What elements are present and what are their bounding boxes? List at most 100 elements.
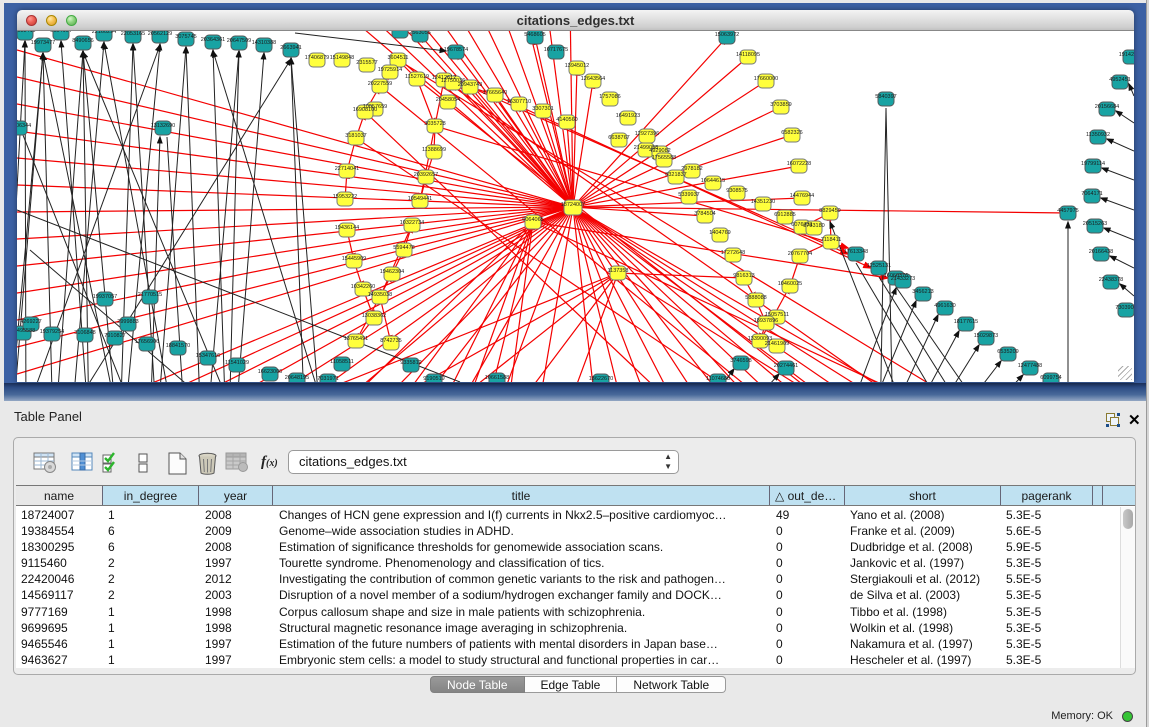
svg-text:4952451: 4952451 xyxy=(1109,77,1130,83)
svg-text:3035728: 3035728 xyxy=(424,121,445,127)
svg-text:20515263: 20515263 xyxy=(1083,221,1107,227)
svg-text:8490656: 8490656 xyxy=(72,38,93,44)
svg-text:16072228: 16072228 xyxy=(787,161,811,167)
svg-text:20156684: 20156684 xyxy=(1095,104,1119,110)
svg-text:19142407: 19142407 xyxy=(1119,52,1134,58)
svg-text:17660000: 17660000 xyxy=(754,76,778,82)
svg-text:15029873: 15029873 xyxy=(974,333,998,339)
svg-text:6064065: 6064065 xyxy=(522,217,543,223)
svg-text:14935038: 14935038 xyxy=(368,292,392,298)
svg-text:18622670: 18622670 xyxy=(589,376,613,382)
svg-text:19462304: 19462304 xyxy=(380,269,404,275)
svg-text:19678574: 19678574 xyxy=(444,47,468,53)
svg-text:17613348: 17613348 xyxy=(844,249,868,255)
svg-text:3075745: 3075745 xyxy=(175,34,196,40)
svg-text:12643564: 12643564 xyxy=(581,76,605,82)
svg-text:20767704: 20767704 xyxy=(788,251,812,257)
svg-text:3307301: 3307301 xyxy=(532,106,553,112)
svg-text:14310388: 14310388 xyxy=(252,40,276,46)
svg-text:4961630: 4961630 xyxy=(934,303,955,309)
svg-text:20364361: 20364361 xyxy=(201,37,225,43)
svg-text:10644615: 10644615 xyxy=(701,178,725,184)
svg-text:22714041: 22714041 xyxy=(335,166,359,172)
svg-text:11350932: 11350932 xyxy=(1086,132,1110,138)
svg-text:20648195: 20648195 xyxy=(285,375,309,381)
svg-text:5468605: 5468605 xyxy=(524,32,545,38)
svg-text:2663941: 2663941 xyxy=(280,45,301,51)
svg-text:20166438: 20166438 xyxy=(1089,249,1113,255)
svg-text:6912885: 6912885 xyxy=(774,212,795,218)
svg-text:20943743: 20943743 xyxy=(458,82,482,88)
svg-text:2999883: 2999883 xyxy=(117,319,138,325)
svg-text:10322734: 10322734 xyxy=(400,220,424,226)
svg-text:13038362: 13038362 xyxy=(362,313,386,319)
svg-text:7910827: 7910827 xyxy=(104,333,125,339)
svg-text:20562129: 20562129 xyxy=(148,31,172,37)
svg-text:17665640: 17665640 xyxy=(483,90,507,96)
svg-text:22438378: 22438378 xyxy=(1099,277,1123,283)
svg-text:13495588: 13495588 xyxy=(17,328,35,334)
svg-text:15445909: 15445909 xyxy=(342,256,366,262)
svg-text:16491923: 16491923 xyxy=(616,113,640,119)
svg-text:19799114: 19799114 xyxy=(1081,161,1105,167)
svg-text:16206344: 16206344 xyxy=(17,123,31,129)
svg-text:5594478: 5594478 xyxy=(393,245,414,251)
svg-text:17272648: 17272648 xyxy=(721,250,745,256)
svg-text:17565588: 17565588 xyxy=(652,155,676,161)
svg-text:19973477: 19973477 xyxy=(31,40,55,46)
svg-text:18841570: 18841570 xyxy=(166,343,190,349)
svg-text:12927396: 12927396 xyxy=(635,131,659,137)
svg-text:2315577: 2315577 xyxy=(356,60,377,66)
svg-text:1137358: 1137358 xyxy=(607,268,628,274)
svg-text:8829459: 8829459 xyxy=(819,208,840,214)
svg-text:16908100: 16908100 xyxy=(353,107,377,113)
svg-text:13945012: 13945012 xyxy=(565,63,589,69)
svg-text:13132690: 13132690 xyxy=(151,123,175,129)
svg-text:20274461: 20274461 xyxy=(774,363,798,369)
svg-text:3456213: 3456213 xyxy=(912,289,933,295)
svg-text:10342260: 10342260 xyxy=(351,284,375,290)
svg-text:16623006: 16623006 xyxy=(258,369,282,375)
svg-text:7118411: 7118411 xyxy=(821,237,842,243)
svg-text:3784504: 3784504 xyxy=(694,211,715,217)
svg-text:19725914: 19725914 xyxy=(378,67,402,73)
svg-text:7064171: 7064171 xyxy=(1081,191,1102,197)
svg-text:11527619: 11527619 xyxy=(405,74,429,80)
svg-text:21461909: 21461909 xyxy=(765,341,789,347)
svg-text:11058511: 11058511 xyxy=(330,359,354,365)
svg-text:6582326: 6582326 xyxy=(781,130,802,136)
svg-text:8418275: 8418275 xyxy=(389,31,410,32)
svg-text:17406879: 17406879 xyxy=(305,55,329,61)
svg-text:12477488: 12477488 xyxy=(1018,363,1042,369)
svg-text:18937896: 18937896 xyxy=(754,318,778,324)
svg-text:17656906: 17656906 xyxy=(135,339,159,345)
svg-text:9816313: 9816313 xyxy=(733,273,754,279)
svg-text:5888088: 5888088 xyxy=(745,295,766,301)
svg-text:2983419: 2983419 xyxy=(17,31,36,34)
svg-text:11388699: 11388699 xyxy=(422,147,446,153)
svg-text:3181037: 3181037 xyxy=(345,133,366,139)
svg-text:11074688: 11074688 xyxy=(706,376,730,382)
svg-text:20458054: 20458054 xyxy=(436,97,460,103)
svg-text:19436144: 19436144 xyxy=(335,225,359,231)
svg-text:7303905: 7303905 xyxy=(1115,305,1134,311)
svg-text:20647509: 20647509 xyxy=(227,38,251,44)
svg-text:2563055: 2563055 xyxy=(409,31,430,36)
svg-text:10460025: 10460025 xyxy=(778,281,802,287)
svg-text:1404769: 1404769 xyxy=(709,230,730,236)
svg-text:9190519: 9190519 xyxy=(423,376,444,382)
svg-text:8742735: 8742735 xyxy=(380,338,401,344)
svg-text:6535209: 6535209 xyxy=(997,349,1018,355)
svg-text:3106848: 3106848 xyxy=(74,330,95,336)
svg-text:20392657: 20392657 xyxy=(414,172,438,178)
svg-text:16307710: 16307710 xyxy=(507,99,531,105)
svg-text:10717675: 10717675 xyxy=(544,47,568,53)
svg-text:21770515: 21770515 xyxy=(138,292,162,298)
svg-text:19379254: 19379254 xyxy=(40,329,64,335)
svg-text:10661588: 10661588 xyxy=(485,375,509,381)
svg-text:3703859: 3703859 xyxy=(770,102,791,108)
svg-text:22053165: 22053165 xyxy=(121,31,145,37)
svg-text:3746598: 3746598 xyxy=(730,358,751,364)
svg-text:1757086: 1757086 xyxy=(599,94,620,100)
svg-text:5840397: 5840397 xyxy=(875,94,896,100)
